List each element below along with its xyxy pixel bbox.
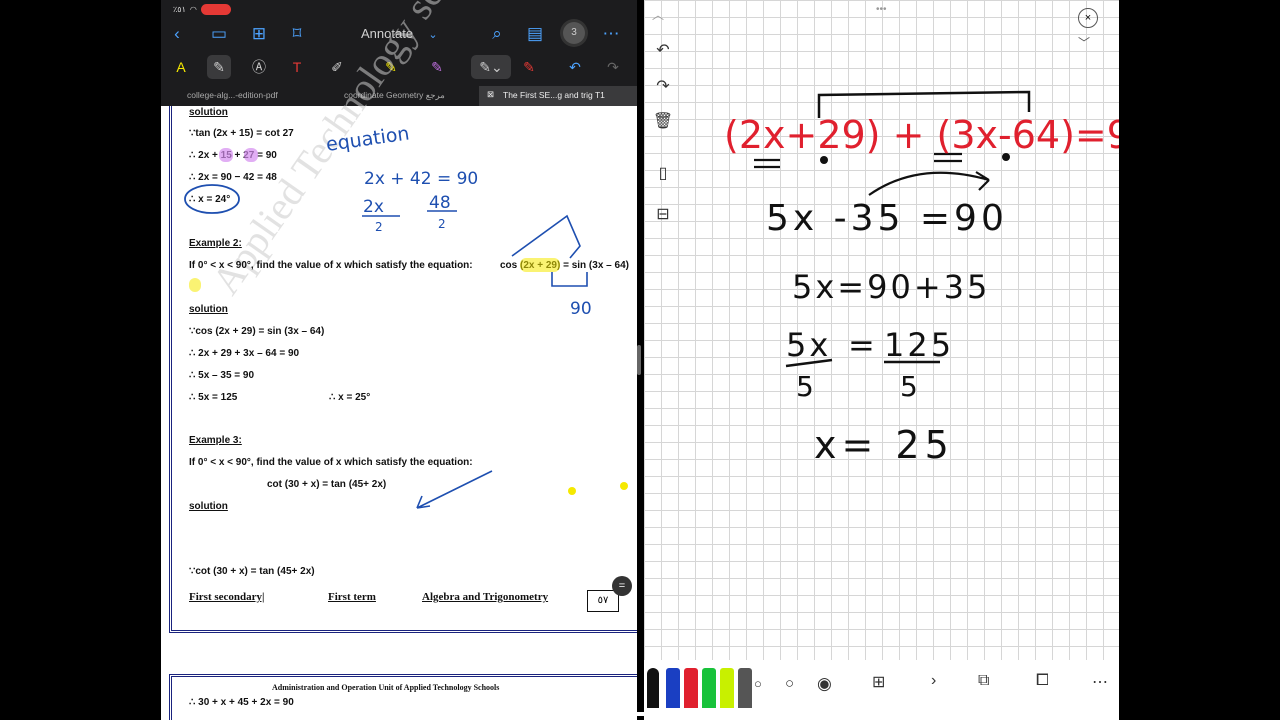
ink-line: 2 [375,220,383,234]
export-icon[interactable]: ⧠ [1036,672,1049,690]
ink-arrow [868,171,990,196]
medium-stroke-icon[interactable]: ○ [785,675,794,692]
ink-line: 2x [363,197,384,217]
ink-arrow [416,470,493,509]
notes-ink-layer: (2x+29) + (3x-64)=90 5x -35 =90 5x=90+35… [724,90,1119,467]
ink-line: = [848,326,875,364]
page-badge[interactable]: 3 [563,22,585,44]
ink-dot [820,156,828,164]
tab-label: The First SE...g and trig T1 [503,90,605,100]
ink-line: 5x -35 =90 [766,198,1008,239]
pdf-app: ٪٥١ ◠ ‹ ▭ ⊞ ⌑ Annotate ⌄ ⌕ ▤ ⋯ 3 A ✎ Ⓐ T… [161,0,637,720]
bookmark-icon[interactable]: ⌑ [287,24,307,44]
pen-green-icon[interactable] [702,668,716,708]
pen-red-icon[interactable] [684,668,698,708]
ink-line: 5x=90+35 [792,268,990,306]
ink-dot [568,487,576,495]
ink-stroke [551,272,588,287]
status-text: ٪٥١ [173,4,186,14]
chevron-right-icon[interactable]: › [931,672,936,690]
notes-app: ••• ︿ × ﹀ ↶ ↷ 🗑 ▯ ⊟ (2x+29) + (3x-64)=90… [644,0,1119,720]
ink-line: 2x + 42 = 90 [364,169,478,189]
pen-gray-icon[interactable] [738,668,752,708]
ink-line: x= 25 [814,423,954,467]
more-icon[interactable]: ⋯ [601,24,621,44]
ink-dot [620,482,628,490]
highlighter-text-icon[interactable]: A [169,55,193,79]
ink-word-equation: equation [325,122,411,155]
pen-yellow-icon[interactable] [720,668,734,708]
ink-equation-red: (2x+29) + (3x-64)=90 [724,113,1119,157]
ink-line: 2 [438,217,446,231]
ink-line: 5x [786,326,831,364]
ink-line: 48 [429,193,451,213]
tab-college-algebra[interactable]: college-alg...-edition-pdf [187,90,278,100]
status-bar: ٪٥١ ◠ [173,2,231,16]
marker-black-icon[interactable] [647,668,659,708]
ink-line: 5 [900,370,918,403]
more-icon[interactable]: ⋯ [1092,672,1108,692]
tab-active[interactable]: ⊠ The First SE...g and trig T1 [479,86,637,106]
thin-stroke-icon[interactable]: ○ [754,676,762,691]
wifi-icon: ◠ [189,4,197,14]
recording-indicator [200,3,231,15]
ink-stroke [511,214,581,259]
back-icon[interactable]: ‹ [167,24,187,44]
pen-blue-icon[interactable] [666,668,680,708]
pen-red-icon[interactable]: ✎ [517,55,541,79]
redo-icon[interactable]: ↷ [601,55,625,79]
split-view-handle[interactable] [637,345,641,375]
ink-layer: equation 2x + 42 = 90 2x 2 48 2 90 [184,122,628,509]
grid-icon[interactable]: ⊞ [249,24,269,44]
close-tab-icon[interactable]: ⊠ [487,89,494,100]
pen-blue-icon[interactable]: ✎⌄ [471,55,511,79]
tab-bar: college-alg...-edition-pdf coordinate Ge… [161,86,637,106]
pen-icon[interactable]: ✎ [207,55,231,79]
pdf-page: Applied Technology schools solution ∵tan… [169,0,637,633]
ink-circle [184,184,240,214]
home-indicator [520,712,760,716]
sidebar-icon[interactable]: ▭ [209,24,229,44]
search-icon[interactable]: ⌕ [487,24,507,44]
shape-icon[interactable]: Ⓐ [247,55,271,79]
thick-stroke-icon[interactable]: ◉ [817,674,832,694]
ink-line: 90 [570,299,592,319]
ink-line: 5 [796,370,814,403]
tool-palette: ○ ○ ◉ ⊞ › ⧉ ⧠ ⋯ [644,660,1119,720]
pages-grid-icon[interactable]: ⊞ [872,672,885,692]
highlighter-purple-icon[interactable]: ✎ [425,55,449,79]
page-header: Administration and Operation Unit of App… [272,683,500,692]
layers-icon[interactable]: ⧉ [978,672,989,690]
ink-line: 125 [884,326,954,364]
text-tool-icon[interactable]: T [285,55,309,79]
document-icon[interactable]: ▤ [525,24,545,44]
line: ∴ 30 + x + 45 + 2x = 90 [189,697,294,708]
undo-icon[interactable]: ↶ [563,55,587,79]
